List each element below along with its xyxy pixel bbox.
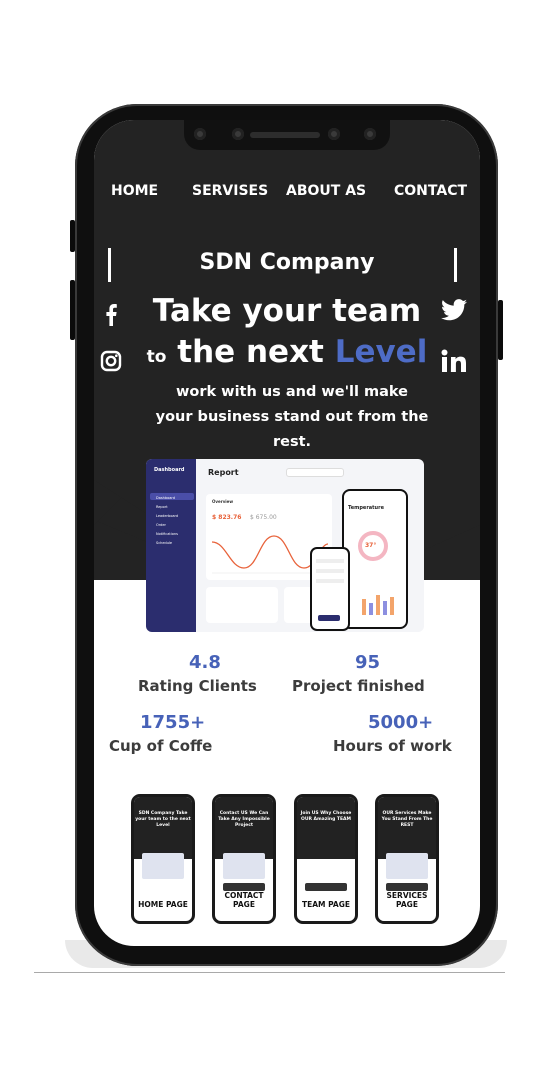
thumb-image	[386, 853, 428, 879]
thumb-heading: SDN Company Take your team to the next L…	[135, 811, 191, 828]
nav-contact[interactable]: CONTACT	[394, 183, 467, 199]
mockup-overview-label: Overview	[212, 499, 234, 504]
facebook-icon[interactable]	[100, 302, 122, 328]
thumb-header	[297, 797, 355, 859]
mockup-row	[316, 579, 344, 583]
thumb-heading: OUR Services Make You Stand From The RES…	[381, 811, 433, 828]
front-camera	[232, 128, 244, 140]
mockup-sidebar: Dashboard Dashboard Report Leaderboard O…	[146, 459, 196, 632]
mockup-phone-button	[318, 615, 340, 621]
mockup-title: Report	[208, 468, 239, 477]
thumb-heading: Contact US We Can Take Any Impossible Pr…	[218, 811, 270, 828]
twitter-icon[interactable]	[440, 298, 468, 322]
hero-title-line2: to the next Level	[94, 334, 480, 370]
stat-label-coffee: Cup of Coffe	[109, 737, 213, 755]
mockup-sidebar-item: Order	[156, 523, 166, 527]
hero-title-line1: Take your team	[152, 293, 422, 329]
hero-to-word: to	[146, 347, 167, 367]
thumb-buttons	[305, 883, 347, 891]
mockup-brand: Dashboard	[154, 467, 185, 473]
thumb-buttons	[223, 883, 265, 891]
sensor-dot	[194, 128, 206, 140]
mockup-last-revenue: $ 675.00	[250, 514, 277, 521]
hero-level-word: Level	[334, 334, 428, 370]
mockup-sidebar-item: Dashboard	[156, 496, 175, 500]
stat-label-hours: Hours of work	[333, 737, 452, 755]
stat-label-rating: Rating Clients	[138, 677, 257, 695]
baseline-divider	[34, 972, 505, 973]
mockup-row	[316, 559, 344, 563]
nav-services[interactable]: SERVISES	[192, 183, 268, 199]
stat-label-projects: Project finished	[292, 677, 425, 695]
earpiece-speaker	[250, 132, 320, 138]
top-nav: HOME SERVISES ABOUT AS CONTACT	[94, 183, 480, 203]
thumb-team-page[interactable]: Join US Why Choose OUR Amazing TEAM TEAM…	[294, 794, 358, 924]
mockup-row	[316, 569, 344, 573]
mockup-bar	[362, 599, 366, 615]
stat-value-rating: 4.8	[189, 652, 221, 673]
thumb-label: SERVICES PAGE	[386, 891, 428, 909]
stat-value-projects: 95	[355, 652, 381, 673]
company-name: SDN Company	[199, 250, 375, 275]
mockup-gauge-value: 37°	[365, 542, 377, 549]
thumb-label: TEAM PAGE	[301, 900, 350, 909]
mockup-sidebar-item: Leaderboard	[156, 514, 179, 518]
dashboard-mockup: Dashboard Dashboard Report Leaderboard O…	[146, 459, 424, 632]
thumb-contact-page[interactable]: Contact US We Can Take Any Impossible Pr…	[212, 794, 276, 924]
phone-screen: HOME SERVISES ABOUT AS CONTACT SDN Compa…	[94, 120, 480, 946]
instagram-icon[interactable]	[99, 349, 123, 373]
stat-value-coffee: 1755+	[140, 712, 206, 733]
thumb-label: CONTACT PAGE	[224, 891, 264, 909]
thumb-buttons	[386, 883, 428, 891]
thumb-image	[142, 853, 184, 879]
mockup-phone-small	[310, 547, 350, 631]
volume-down-button	[70, 280, 75, 340]
thumb-home-page[interactable]: SDN Company Take your team to the next L…	[131, 794, 195, 924]
mockup-bar	[369, 603, 373, 615]
hero-subtitle-line2: your business stand out from the	[155, 409, 429, 425]
thumb-image	[223, 853, 265, 879]
thumb-label: HOME PAGE	[138, 900, 188, 909]
mockup-bar	[383, 601, 387, 615]
mockup-bar	[390, 597, 394, 615]
thumb-heading: Join US Why Choose OUR Amazing TEAM	[300, 811, 352, 822]
mockup-bar	[376, 595, 380, 615]
mockup-phone-title: Temperature	[348, 505, 384, 511]
mockup-total-revenue: $ 823.76	[212, 514, 242, 521]
sensor-dot-2	[328, 128, 340, 140]
linkedin-icon[interactable]	[440, 348, 468, 374]
volume-up-button	[70, 220, 75, 252]
hero-subtitle: work with us and we'll make your busines…	[154, 380, 430, 455]
mockup-sidebar-item: Schedule	[156, 541, 173, 545]
nav-home[interactable]: HOME	[111, 183, 158, 199]
mockup-phone-large: Temperature 37°	[342, 489, 408, 629]
hero-next-words: the next	[177, 334, 324, 370]
nav-about[interactable]: ABOUT AS	[286, 183, 366, 199]
phone-notch	[184, 120, 390, 150]
mockup-search	[286, 468, 344, 477]
mockup-sidebar-list: Dashboard Report Leaderboard Order Notif…	[156, 494, 178, 548]
thumb-services-page[interactable]: OUR Services Make You Stand From The RES…	[375, 794, 439, 924]
hero-subtitle-line1: work with us and we'll make	[175, 384, 409, 400]
stat-value-hours: 5000+	[368, 712, 434, 733]
mockup-sidebar-item: Report	[156, 505, 168, 509]
hero-subtitle-line3: rest.	[272, 434, 312, 450]
mockup-top-products-card	[206, 587, 278, 623]
proximity-sensor	[364, 128, 376, 140]
power-button	[498, 300, 503, 360]
mockup-sidebar-item: Notifications	[156, 532, 178, 536]
